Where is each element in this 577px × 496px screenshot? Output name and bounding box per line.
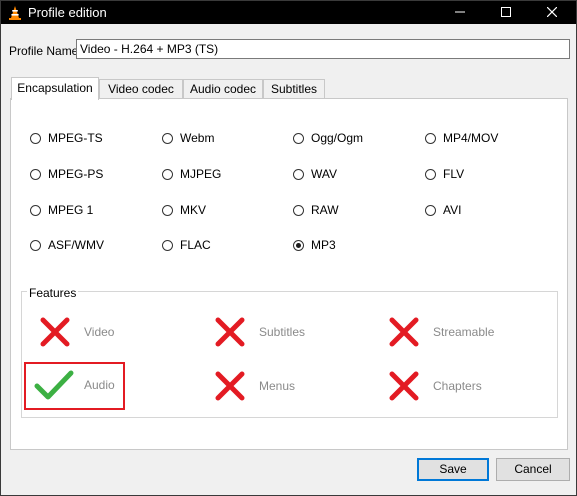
- radio-label: FLAC: [180, 238, 211, 252]
- radio-avi[interactable]: AVI: [425, 203, 461, 217]
- radio-ogg-ogm[interactable]: Ogg/Ogm: [293, 131, 363, 145]
- radio-circle: [30, 204, 41, 216]
- maximize-button[interactable]: [483, 1, 529, 24]
- profile-name-input[interactable]: [76, 39, 570, 59]
- feature-chapters: Chapters: [389, 371, 482, 401]
- radio-mkv[interactable]: MKV: [162, 203, 206, 217]
- radio-circle: [425, 132, 436, 144]
- features-title: Features: [27, 286, 79, 300]
- feature-label: Video: [84, 325, 115, 339]
- radio-label: MKV: [180, 203, 207, 217]
- radio-mp4-mov[interactable]: MP4/MOV: [425, 131, 498, 145]
- radio-flac[interactable]: FLAC: [162, 238, 211, 252]
- minimize-icon: [455, 11, 465, 13]
- radio-circle: [162, 204, 173, 216]
- radio-circle: [293, 168, 304, 180]
- radio-flv[interactable]: FLV: [425, 167, 464, 181]
- radio-raw[interactable]: RAW: [293, 203, 339, 217]
- radio-circle: [293, 204, 304, 216]
- radio-label: MPEG 1: [48, 203, 94, 217]
- radio-label: MJPEG: [180, 167, 222, 181]
- radio-mp3[interactable]: MP3: [293, 238, 336, 252]
- radio-label: MP4/MOV: [443, 131, 499, 145]
- feature-video: Video: [40, 317, 114, 347]
- cross-icon: [215, 317, 245, 347]
- feature-menus: Menus: [215, 371, 295, 401]
- maximize-icon: [501, 7, 511, 17]
- tab-subtitles[interactable]: Subtitles: [263, 79, 325, 98]
- radio-circle: [425, 168, 436, 180]
- radio-webm[interactable]: Webm: [162, 131, 214, 145]
- radio-label: Webm: [180, 131, 215, 145]
- radio-label: Ogg/Ogm: [311, 131, 364, 145]
- radio-circle: [162, 239, 173, 251]
- close-button[interactable]: [529, 1, 575, 24]
- radio-label: MPEG-PS: [48, 167, 104, 181]
- feature-label: Streamable: [433, 325, 495, 339]
- feature-label: Menus: [259, 379, 296, 393]
- vlc-cone-icon: [9, 6, 21, 20]
- cancel-button[interactable]: Cancel: [496, 458, 570, 481]
- radio-mpeg-ts[interactable]: MPEG-TS: [30, 131, 103, 145]
- tab-video-codec[interactable]: Video codec: [99, 79, 183, 98]
- feature-streamable: Streamable: [389, 317, 494, 347]
- close-icon: [547, 7, 557, 17]
- profile-edition-window: Profile edition Profile Name Encapsulati…: [0, 0, 577, 496]
- radio-circle-checked: [293, 239, 304, 251]
- cross-icon: [389, 317, 419, 347]
- radio-asf-wmv[interactable]: ASF/WMV: [30, 238, 104, 252]
- radio-label: WAV: [311, 167, 337, 181]
- radio-circle: [425, 204, 436, 216]
- radio-circle: [293, 132, 304, 144]
- tab-encapsulation[interactable]: Encapsulation: [11, 77, 99, 100]
- radio-label: MP3: [311, 238, 336, 252]
- audio-highlight-box: [24, 362, 125, 410]
- cross-icon: [40, 317, 70, 347]
- radio-circle: [30, 132, 41, 144]
- radio-mpeg-ps[interactable]: MPEG-PS: [30, 167, 103, 181]
- feature-label: Subtitles: [259, 325, 306, 339]
- radio-circle: [162, 168, 173, 180]
- minimize-button[interactable]: [437, 1, 483, 24]
- radio-circle: [30, 168, 41, 180]
- radio-circle: [30, 239, 41, 251]
- radio-label: MPEG-TS: [48, 131, 103, 145]
- radio-circle: [162, 132, 173, 144]
- radio-label: RAW: [311, 203, 339, 217]
- window-title: Profile edition: [28, 5, 107, 20]
- cross-icon: [389, 371, 419, 401]
- radio-wav[interactable]: WAV: [293, 167, 337, 181]
- title-bar[interactable]: Profile edition: [1, 1, 576, 24]
- radio-label: AVI: [443, 203, 462, 217]
- profile-name-label: Profile Name: [9, 44, 79, 58]
- radio-label: ASF/WMV: [48, 238, 104, 252]
- save-button[interactable]: Save: [417, 458, 489, 481]
- radio-label: FLV: [443, 167, 465, 181]
- feature-subtitles: Subtitles: [215, 317, 305, 347]
- cross-icon: [215, 371, 245, 401]
- radio-mpeg-1[interactable]: MPEG 1: [30, 203, 93, 217]
- tab-audio-codec[interactable]: Audio codec: [183, 79, 263, 98]
- radio-mjpeg[interactable]: MJPEG: [162, 167, 221, 181]
- feature-label: Chapters: [433, 379, 482, 393]
